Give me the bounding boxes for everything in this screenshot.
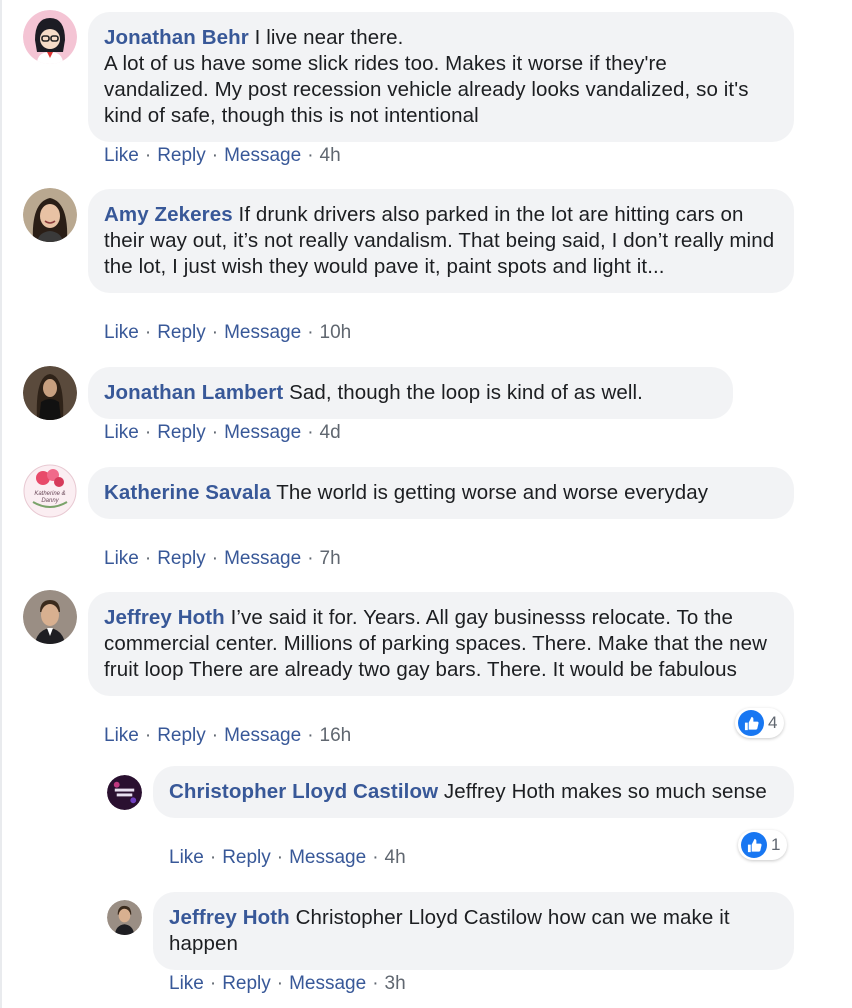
- comment-actions: Like · Reply · Message · 4d: [104, 421, 341, 445]
- avatar[interactable]: [107, 775, 142, 810]
- reply-link[interactable]: Reply: [157, 322, 206, 343]
- reaction-number: 1: [771, 835, 781, 854]
- comment-text: I live near there.: [254, 26, 404, 49]
- comment-actions: Like · Reply · Message · 4h: [104, 144, 341, 168]
- reply-link[interactable]: Reply: [157, 725, 206, 746]
- separator: ·: [144, 725, 152, 746]
- separator: ·: [372, 973, 379, 994]
- message-link[interactable]: Message: [224, 322, 301, 343]
- separator: ·: [307, 422, 314, 443]
- separator: ·: [209, 847, 217, 868]
- comment-bubble: Jeffrey Hoth I’ve said it for. Years. Al…: [88, 592, 794, 696]
- comment-author[interactable]: Amy Zekeres: [104, 203, 233, 226]
- reply-text: Jeffrey Hoth makes so much sense: [443, 780, 767, 803]
- avatar-caption: Katherine & Danny: [34, 491, 66, 504]
- reply-author[interactable]: Jeffrey Hoth: [169, 906, 290, 929]
- separator: ·: [211, 725, 219, 746]
- avatar[interactable]: [23, 188, 77, 242]
- message-link[interactable]: Message: [224, 422, 301, 443]
- separator: ·: [144, 548, 152, 569]
- comment-text: Sad, though the loop is kind of as well.: [289, 381, 643, 404]
- message-link[interactable]: Message: [224, 725, 301, 746]
- comment-bubble: Amy Zekeres If drunk drivers also parked…: [88, 189, 794, 293]
- separator: ·: [307, 548, 314, 569]
- avatar[interactable]: [23, 10, 77, 64]
- thumbs-up-icon: [738, 710, 764, 736]
- reply-bubble: Jeffrey Hoth Christopher Lloyd Castilow …: [153, 892, 794, 970]
- like-link[interactable]: Like: [104, 548, 139, 569]
- comment-bubble: Jonathan Behr I live near there. A lot o…: [88, 12, 794, 142]
- separator: ·: [209, 973, 217, 994]
- comment-author[interactable]: Jonathan Behr: [104, 26, 249, 49]
- like-link[interactable]: Like: [104, 422, 139, 443]
- reaction-number: 4: [768, 713, 778, 732]
- separator: ·: [211, 548, 219, 569]
- like-link[interactable]: Like: [104, 322, 139, 343]
- like-link[interactable]: Like: [169, 847, 204, 868]
- comment-bubble: Katherine Savala The world is getting wo…: [88, 467, 794, 519]
- avatar[interactable]: [107, 900, 142, 935]
- timestamp[interactable]: 4h: [385, 847, 406, 868]
- reaction-count[interactable]: 4: [735, 708, 785, 738]
- avatar[interactable]: [23, 366, 77, 420]
- thumbs-up-icon: [741, 832, 767, 858]
- separator: ·: [276, 847, 284, 868]
- reply-actions: Like · Reply · Message · 4h: [169, 846, 406, 870]
- comment-bubble: Jonathan Lambert Sad, though the loop is…: [88, 367, 733, 419]
- message-link[interactable]: Message: [224, 145, 301, 166]
- separator: ·: [307, 725, 314, 746]
- separator: ·: [276, 973, 284, 994]
- timestamp[interactable]: 4h: [320, 145, 341, 166]
- like-link[interactable]: Like: [169, 973, 204, 994]
- message-link[interactable]: Message: [289, 847, 366, 868]
- separator: ·: [211, 422, 219, 443]
- separator: ·: [211, 322, 219, 343]
- timestamp[interactable]: 3h: [385, 973, 406, 994]
- comment-text: A lot of us have some slick rides too. M…: [104, 52, 749, 127]
- separator: ·: [307, 322, 314, 343]
- reaction-count[interactable]: 1: [738, 830, 788, 860]
- thread-left-border: [0, 0, 2, 1008]
- reply-link[interactable]: Reply: [222, 847, 271, 868]
- separator: ·: [211, 145, 219, 166]
- like-link[interactable]: Like: [104, 725, 139, 746]
- reply-link[interactable]: Reply: [157, 145, 206, 166]
- comment-actions: Like · Reply · Message · 10h: [104, 321, 351, 345]
- separator: ·: [144, 145, 152, 166]
- comment-text: The world is getting worse and worse eve…: [276, 481, 709, 504]
- comment-author[interactable]: Jonathan Lambert: [104, 381, 283, 404]
- avatar[interactable]: [23, 590, 77, 644]
- comment-author[interactable]: Katherine Savala: [104, 481, 271, 504]
- separator: ·: [372, 847, 379, 868]
- separator: ·: [144, 322, 152, 343]
- timestamp[interactable]: 4d: [320, 422, 341, 443]
- separator: ·: [144, 422, 152, 443]
- message-link[interactable]: Message: [224, 548, 301, 569]
- timestamp[interactable]: 16h: [320, 725, 352, 746]
- like-link[interactable]: Like: [104, 145, 139, 166]
- comment-author[interactable]: Jeffrey Hoth: [104, 606, 225, 629]
- reply-link[interactable]: Reply: [222, 973, 271, 994]
- comment-actions: Like · Reply · Message · 7h: [104, 547, 341, 571]
- timestamp[interactable]: 7h: [320, 548, 341, 569]
- reply-bubble: Christopher Lloyd Castilow Jeffrey Hoth …: [153, 766, 794, 818]
- reply-link[interactable]: Reply: [157, 422, 206, 443]
- reply-author[interactable]: Christopher Lloyd Castilow: [169, 780, 438, 803]
- comment-actions: Like · Reply · Message · 16h: [104, 724, 351, 748]
- separator: ·: [307, 145, 314, 166]
- reply-link[interactable]: Reply: [157, 548, 206, 569]
- reply-actions: Like · Reply · Message · 3h: [169, 972, 406, 996]
- message-link[interactable]: Message: [289, 973, 366, 994]
- timestamp[interactable]: 10h: [320, 322, 352, 343]
